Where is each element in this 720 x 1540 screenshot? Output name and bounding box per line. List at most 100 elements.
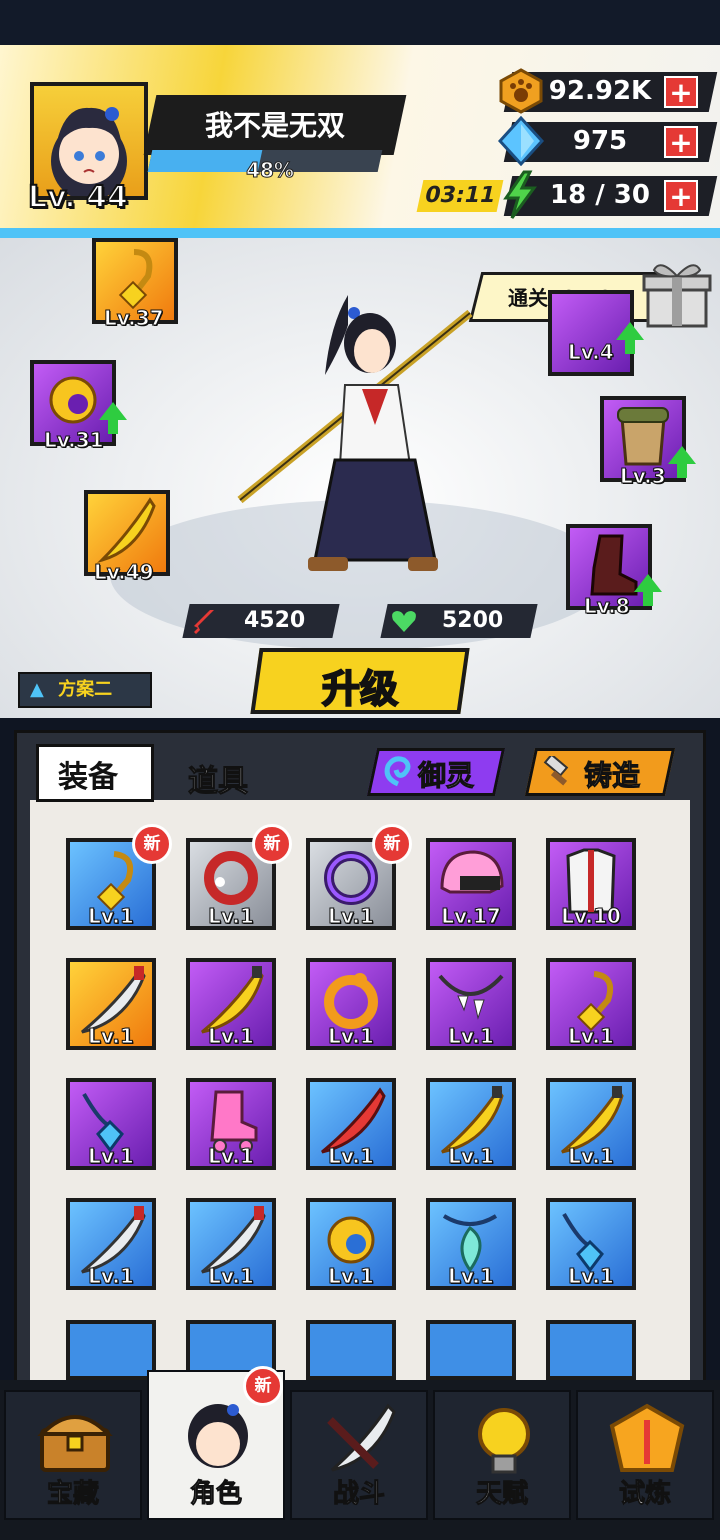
upgrade-button-label: 升级 xyxy=(321,666,399,712)
swords-icon xyxy=(327,1403,396,1472)
inventory-item[interactable] xyxy=(426,1320,516,1380)
player-level: Lv. 44 xyxy=(27,179,129,216)
inventory-item[interactable]: Lv.1 xyxy=(546,1198,636,1290)
scheme-label: 方案二 xyxy=(58,679,113,700)
inventory-item-level: Lv.1 xyxy=(88,1144,135,1168)
inventory-item-level: Lv.1 xyxy=(448,1264,495,1288)
nav-item-2[interactable]: 战斗 xyxy=(290,1390,428,1520)
inventory-item[interactable]: Lv.10 xyxy=(546,838,636,930)
equip-slot-helmet-level: Lv.4 xyxy=(568,340,615,365)
spirit-button-label: 御灵 xyxy=(417,759,475,793)
xp-percent: 48% xyxy=(246,158,295,183)
character-icon xyxy=(188,1404,248,1468)
new-badge: 新 xyxy=(372,824,412,864)
inventory-item[interactable]: Lv.1 xyxy=(66,958,156,1050)
upgrade-arrow-icon xyxy=(668,446,696,464)
player-name: 我不是无双 xyxy=(204,109,345,142)
inventory-item-level: Lv.1 xyxy=(208,1264,255,1288)
inventory-item-level: Lv.1 xyxy=(88,904,135,928)
lightbulb-icon xyxy=(478,1408,530,1474)
inventory-item-level: Lv.1 xyxy=(448,1024,495,1048)
spirit-swirl-icon xyxy=(382,754,414,792)
gem-amount: 975 xyxy=(572,126,628,156)
energy-amount: 18 / 30 xyxy=(550,180,650,210)
inventory-item[interactable]: Lv.1 xyxy=(306,1198,396,1290)
inventory-item[interactable]: Lv.1 xyxy=(426,1198,516,1290)
inventory-item-level: Lv.1 xyxy=(568,1024,615,1048)
inventory-item-level: Lv.1 xyxy=(208,904,255,928)
nav-item-label: 天赋 xyxy=(475,1479,528,1510)
equip-slot-weapon-level: Lv.49 xyxy=(94,560,155,585)
sword-icon xyxy=(190,606,220,640)
upgrade-arrow-stem xyxy=(625,340,635,354)
inventory-item[interactable]: Lv.1 xyxy=(426,958,516,1050)
tab-items[interactable]: 道具 xyxy=(188,756,249,800)
inventory-item-level: Lv.1 xyxy=(568,1264,615,1288)
inventory-item-level: Lv.1 xyxy=(328,1024,375,1048)
inventory-item[interactable] xyxy=(306,1320,396,1380)
equip-slot-boots-level: Lv.8 xyxy=(584,594,631,619)
inventory-item[interactable]: Lv.1 xyxy=(66,1198,156,1290)
inventory-item[interactable]: Lv.1 xyxy=(306,958,396,1050)
add-energy-button[interactable]: + xyxy=(664,180,698,212)
nav-item-label: 角色 xyxy=(189,1479,242,1510)
equip-slot-armor-level: Lv.3 xyxy=(620,464,667,489)
inventory-item[interactable]: Lv.17 xyxy=(426,838,516,930)
inventory-item-level: Lv.1 xyxy=(88,1024,135,1048)
inventory-item-level: Lv.1 xyxy=(328,1264,375,1288)
inventory-item-level: Lv.10 xyxy=(561,904,622,928)
new-badge: 新 xyxy=(243,1366,283,1406)
inventory-item[interactable]: Lv.1 xyxy=(426,1078,516,1170)
upgrade-arrow-stem xyxy=(677,464,687,478)
scheme-selector[interactable]: ▲ 方案二 xyxy=(18,672,152,708)
nav-item-label: 试炼 xyxy=(618,1479,671,1510)
inventory-item[interactable]: Lv.1 xyxy=(186,1078,276,1170)
add-gem-button[interactable]: + xyxy=(664,126,698,158)
inventory-item-level: Lv.1 xyxy=(208,1024,255,1048)
inventory-item[interactable] xyxy=(66,1320,156,1380)
attack-value: 4520 xyxy=(244,608,306,633)
hammer-icon xyxy=(542,753,574,792)
inventory-item-level: Lv.1 xyxy=(568,1144,615,1168)
add-gold-button[interactable]: + xyxy=(664,76,698,108)
upgrade-arrow-icon xyxy=(634,574,662,592)
energy-timer: 03:11 xyxy=(416,180,504,212)
nav-item-0[interactable]: 宝藏 xyxy=(4,1390,142,1520)
character-figure[interactable] xyxy=(230,285,490,589)
upgrade-arrow-icon xyxy=(616,322,644,340)
inventory-item[interactable]: Lv.1 xyxy=(546,958,636,1050)
nav-item-label: 战斗 xyxy=(332,1479,385,1510)
inventory-item-level: Lv.1 xyxy=(328,1144,375,1168)
health-value: 5200 xyxy=(442,608,504,633)
heart-icon xyxy=(390,608,418,638)
nav-item-3[interactable]: 天赋 xyxy=(433,1390,571,1520)
upgrade-arrow-stem xyxy=(643,592,653,606)
trial-icon xyxy=(609,1403,685,1472)
gift-icon[interactable] xyxy=(640,258,714,334)
forge-button-label: 铸造 xyxy=(583,759,641,793)
upgrade-arrow-stem xyxy=(108,420,118,434)
inventory-item[interactable]: Lv.1 xyxy=(66,1078,156,1170)
inventory-item-level: Lv.17 xyxy=(441,904,502,928)
inventory-item[interactable]: Lv.1 xyxy=(546,1078,636,1170)
nav-item-4[interactable]: 试炼 xyxy=(576,1390,714,1520)
nav-item-label: 宝藏 xyxy=(46,1479,99,1510)
chest-icon xyxy=(37,1415,113,1472)
triangle-up-icon: ▲ xyxy=(30,679,44,700)
inventory-item-level: Lv.1 xyxy=(328,904,375,928)
inventory-item-level: Lv.1 xyxy=(88,1264,135,1288)
tab-equipment-label: 装备 xyxy=(58,760,118,795)
upgrade-arrow-icon xyxy=(99,402,127,420)
equip-slot-ring-level: Lv.31 xyxy=(44,428,105,453)
inventory-item-level: Lv.1 xyxy=(208,1144,255,1168)
new-badge: 新 xyxy=(132,824,172,864)
new-badge: 新 xyxy=(252,824,292,864)
inventory-item[interactable]: Lv.1 xyxy=(186,958,276,1050)
inventory-item-level: Lv.1 xyxy=(448,1144,495,1168)
header-divider xyxy=(0,228,720,238)
inventory-item[interactable] xyxy=(546,1320,636,1380)
inventory-item[interactable]: Lv.1 xyxy=(186,1198,276,1290)
gold-amount: 92.92K xyxy=(548,76,652,106)
equip-slot-amulet-level: Lv.37 xyxy=(104,306,165,331)
inventory-item[interactable]: Lv.1 xyxy=(306,1078,396,1170)
